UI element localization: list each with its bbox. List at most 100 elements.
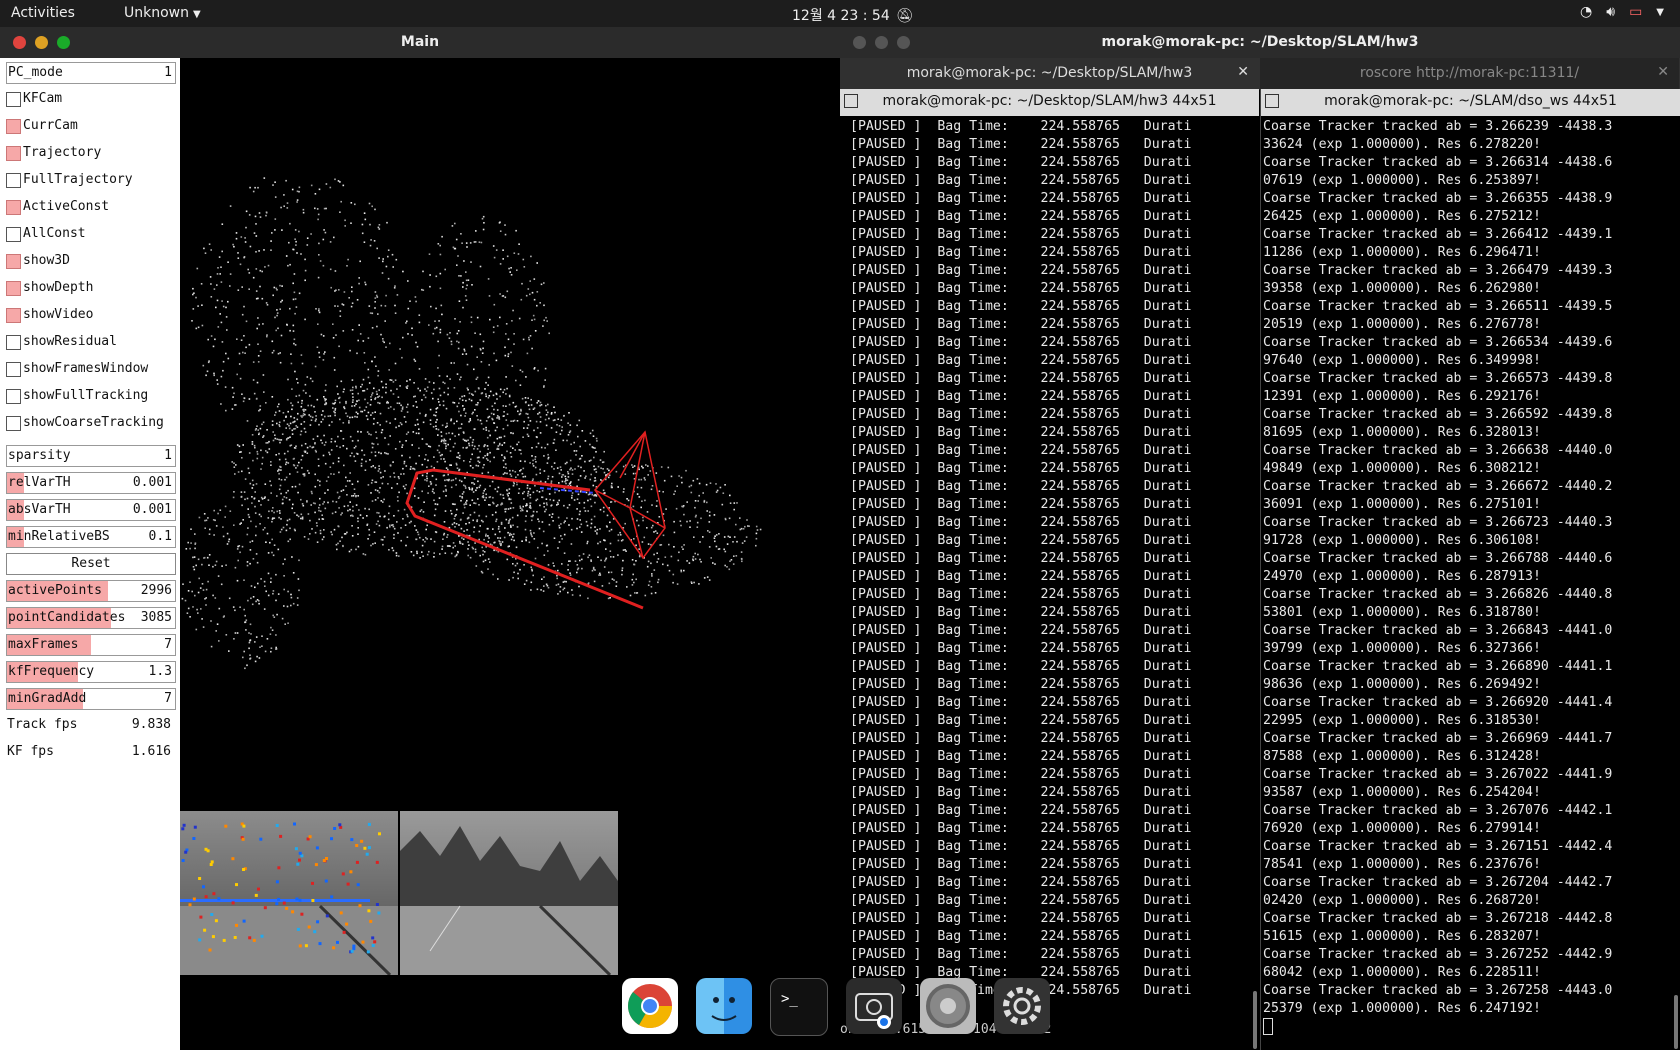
terminal-line: [PAUSED ] Bag Time: 224.558765 Durati [850,731,1192,746]
terminal-line: [PAUSED ] Bag Time: 224.558765 Durati [850,119,1192,134]
terminal-line: [PAUSED ] Bag Time: 224.558765 Durati [850,425,1192,440]
main-titlebar[interactable]: Main [0,27,840,58]
checkbox-box[interactable] [6,92,21,107]
checkbox-trajectory[interactable]: Trajectory [6,143,174,163]
minrelativebs-slider[interactable]: minRelativeBS 0.1 [6,526,176,548]
terminal-pane-left[interactable]: morak@morak-pc: ~/Desktop/SLAM/hw3 44x51… [840,89,1259,1050]
tab-hw3[interactable]: morak@morak-pc: ~/Desktop/SLAM/hw3 ✕ [840,58,1259,89]
terminal-line: Coarse Tracker tracked ab = 3.266534 -44… [1263,335,1613,350]
scrollbar[interactable] [1674,995,1678,1049]
checkbox-allconst[interactable]: AllConst [6,224,174,244]
relvarth-label: relVarTH [8,475,71,490]
terminal-line: 11286 (exp 1.000000). Res 6.296471! [1263,245,1541,260]
checkbox-box[interactable] [6,335,21,350]
camera-trajectory [405,468,644,610]
terminal-line: Coarse Tracker tracked ab = 3.266239 -44… [1263,119,1613,134]
terminal-line: [PAUSED ] Bag Time: 224.558765 Durati [850,569,1192,584]
checkbox-box[interactable] [6,308,21,323]
terminal-line: [PAUSED ] Bag Time: 224.558765 Durati [850,587,1192,602]
terminal-line: Coarse Tracker tracked ab = 3.266479 -44… [1263,263,1613,278]
checkbox-box[interactable] [6,146,21,161]
checkbox-show3d[interactable]: show3D [6,251,174,271]
mingradadd-value: 7 [164,691,172,706]
app-menu-label: Unknown [124,5,189,21]
clock[interactable]: 12월 4 23 : 54 🔕︎ [792,5,914,25]
checkbox-box[interactable] [6,416,21,431]
terminal-line: [PAUSED ] Bag Time: 224.558765 Durati [850,551,1192,566]
checkbox-box[interactable] [6,254,21,269]
maxframes-label: maxFrames [8,637,79,652]
terminal-line: 68042 (exp 1.000000). Res 6.228511! [1263,965,1541,980]
checkbox-box[interactable] [6,281,21,296]
pc-mode-field[interactable]: PC_mode 1 [6,62,176,84]
checkbox-showfulltracking[interactable]: showFullTracking [6,386,174,406]
scrollbar[interactable] [1253,991,1257,1049]
terminal-line: Coarse Tracker tracked ab = 3.267252 -44… [1263,947,1613,962]
close-icon[interactable]: ✕ [1237,64,1249,80]
checkbox-activeconst[interactable]: ActiveConst [6,197,174,217]
app-menu[interactable]: Unknown ▼ [124,5,201,21]
checkbox-currcam[interactable]: CurrCam [6,116,174,136]
terminal-line: Coarse Tracker tracked ab = 3.266573 -44… [1263,371,1613,386]
reset-button[interactable]: Reset [6,553,176,575]
checkbox-box[interactable] [6,200,21,215]
sparsity-field[interactable]: sparsity 1 [6,445,176,467]
terminal-icon[interactable]: >_ [770,978,828,1036]
checkbox-label: showResidual [23,334,117,349]
checkbox-label: showCoarseTracking [23,415,164,430]
tab-roscore[interactable]: roscore http://morak-pc:11311/ ✕ [1260,58,1679,89]
settings-icon[interactable] [920,978,976,1034]
checkbox-showresidual[interactable]: showResidual [6,332,174,352]
maxframes-slider[interactable]: maxFrames 7 [6,634,176,656]
activepoints-label: activePoints [8,583,102,598]
checkbox-showvideo[interactable]: showVideo [6,305,174,325]
terminal-line: [PAUSED ] Bag Time: 224.558765 Durati [850,245,1192,260]
close-icon[interactable]: ✕ [1657,64,1669,80]
checkbox-showframeswindow[interactable]: showFramesWindow [6,359,174,379]
pane-header: morak@morak-pc: ~/SLAM/dso_ws 44x51 [1261,89,1680,116]
battery-icon: ▭ [1629,4,1643,20]
terminal-output: [PAUSED ] Bag Time: 224.558765 Durati [PA… [850,118,1191,1000]
checkbox-box[interactable] [6,362,21,377]
gear-icon[interactable] [994,978,1050,1034]
mingradadd-slider[interactable]: minGradAdd 7 [6,688,176,710]
relvarth-slider[interactable]: relVarTH 0.001 [6,472,176,494]
checkbox-showcoarsetracking[interactable]: showCoarseTracking [6,413,174,433]
screenshot-icon[interactable] [846,978,902,1034]
activepoints-slider[interactable]: activePoints 2996 [6,580,176,602]
checkbox-box[interactable] [6,227,21,242]
terminal-line: 93587 (exp 1.000000). Res 6.254204! [1263,785,1541,800]
checkbox-fulltrajectory[interactable]: FullTrajectory [6,170,174,190]
terminal-line: [PAUSED ] Bag Time: 224.558765 Durati [850,209,1192,224]
terminal-line: Coarse Tracker tracked ab = 3.266355 -44… [1263,191,1613,206]
terminal-line: 36091 (exp 1.000000). Res 6.275101! [1263,497,1541,512]
terminal-line: [PAUSED ] Bag Time: 224.558765 Durati [850,767,1192,782]
terminal-line: Coarse Tracker tracked ab = 3.266890 -44… [1263,659,1613,674]
chrome-icon[interactable] [622,978,678,1034]
checkbox-box[interactable] [6,389,21,404]
terminal-pane-right[interactable]: morak@morak-pc: ~/SLAM/dso_ws 44x51 Coar… [1260,89,1680,1050]
absvarth-slider[interactable]: absVarTH 0.001 [6,499,176,521]
terminal-line: [PAUSED ] Bag Time: 224.558765 Durati [850,821,1192,836]
terminal-line: 25379 (exp 1.000000). Res 6.247192! [1263,1001,1541,1016]
terminal-line: [PAUSED ] Bag Time: 224.558765 Durati [850,191,1192,206]
system-tray[interactable]: ◔ 🔊︎ ▭ ▼ [1580,4,1664,20]
checkbox-label: showFramesWindow [23,361,149,376]
3d-viewport[interactable] [180,58,840,1050]
checkbox-box[interactable] [6,173,21,188]
reset-label: Reset [71,556,111,571]
pointcandidates-slider[interactable]: pointCandidates 3085 [6,607,176,629]
finder-icon[interactable] [696,978,752,1034]
settings-panel: PC_mode 1 KFCam CurrCam Trajectory FullTraj… [0,58,180,1050]
pc-mode-label: PC_mode [8,65,63,80]
terminal-line: Coarse Tracker tracked ab = 3.266412 -44… [1263,227,1613,242]
terminal-line: 87588 (exp 1.000000). Res 6.312428! [1263,749,1541,764]
checkbox-box[interactable] [6,119,21,134]
checkbox-kfcam[interactable]: KFCam [6,89,174,109]
checkbox-showdepth[interactable]: showDepth [6,278,174,298]
activities-button[interactable]: Activities [11,5,75,21]
terminal-line: 49849 (exp 1.000000). Res 6.308212! [1263,461,1541,476]
kffrequency-slider[interactable]: kfFrequency 1.3 [6,661,176,683]
terminal-titlebar[interactable]: morak@morak-pc: ~/Desktop/SLAM/hw3 [840,27,1680,58]
terminal-line: [PAUSED ] Bag Time: 224.558765 Durati [850,623,1192,638]
